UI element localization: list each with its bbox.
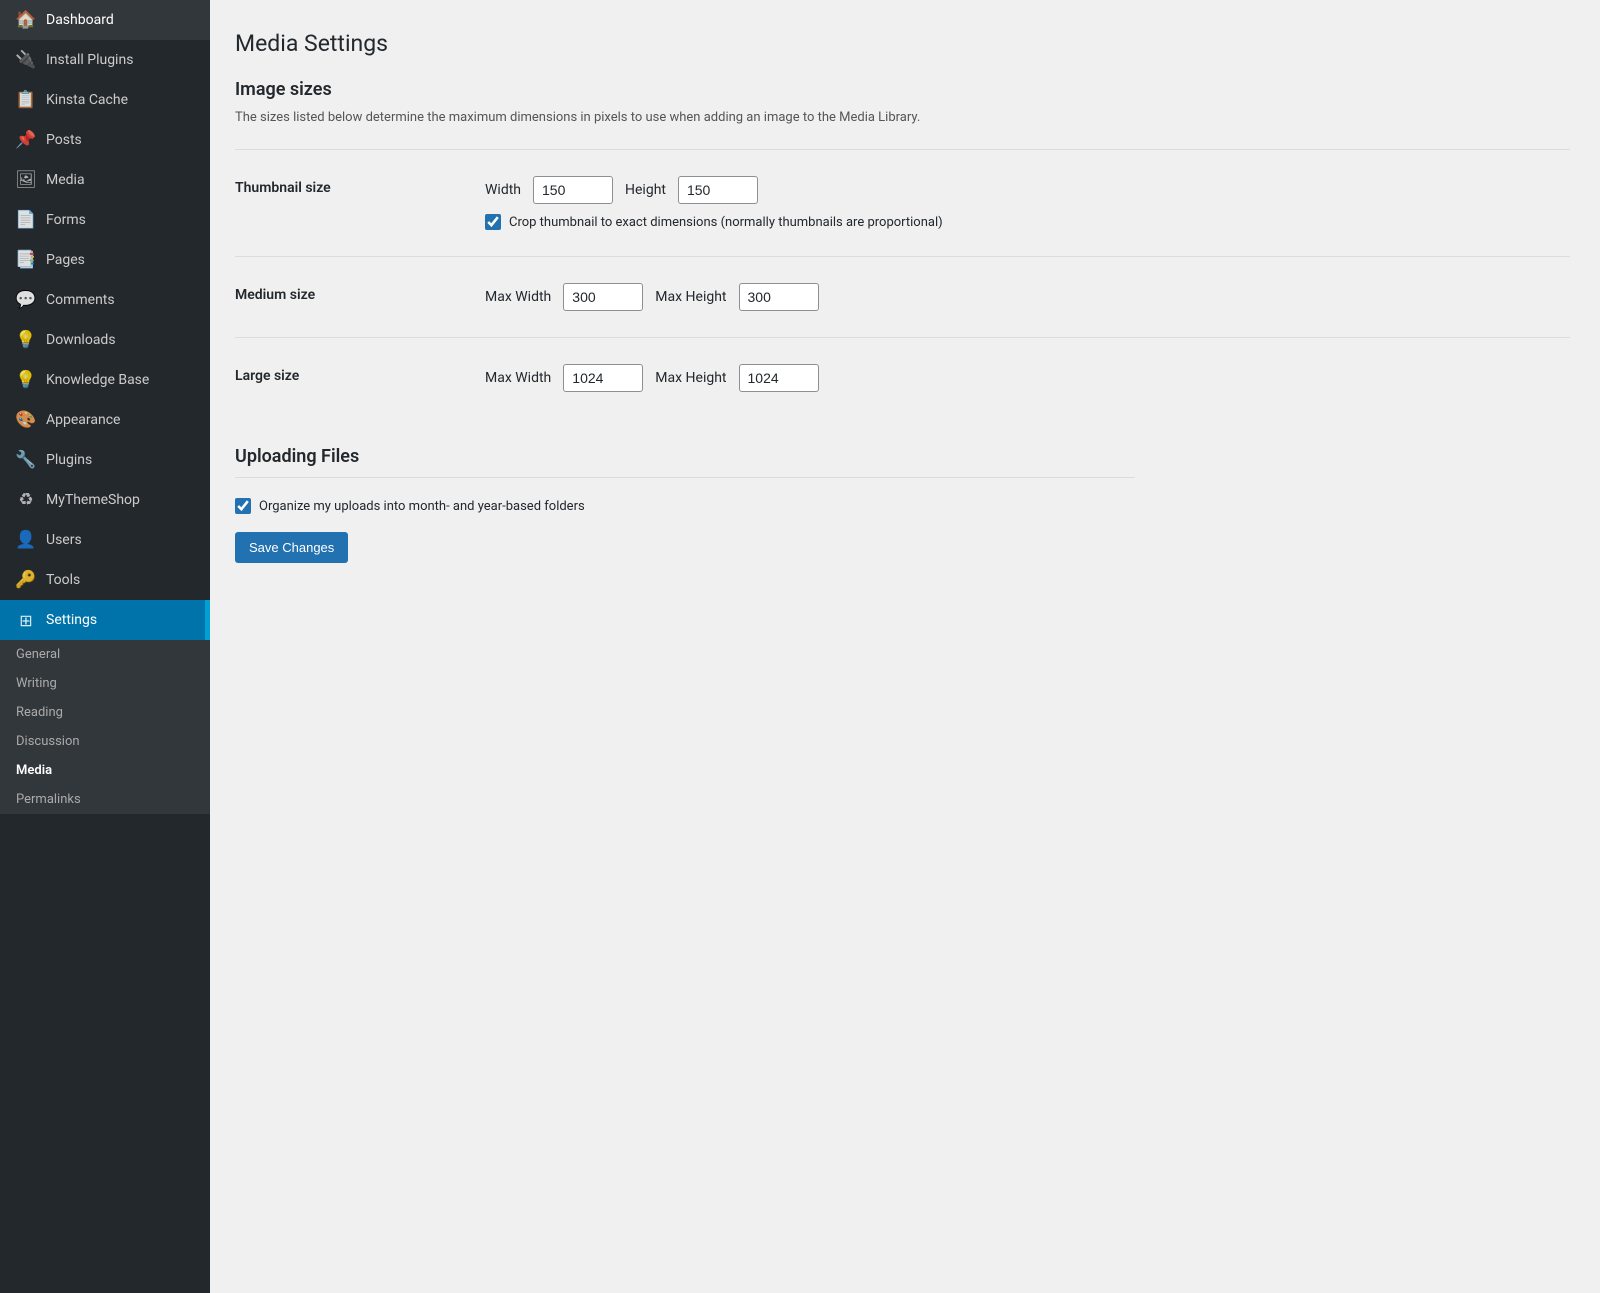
large-size-row: Large size Max Width Max Height [235,337,1570,418]
large-size-label: Large size [235,354,485,398]
sidebar-item-label: Pages [46,252,85,268]
sidebar-item-users[interactable]: 👤 Users [0,520,210,560]
submenu-reading[interactable]: Reading [0,698,210,727]
sidebar-item-label: Kinsta Cache [46,92,128,108]
forms-icon: 📄 [16,210,36,230]
medium-size-control: Max Width Max Height [485,273,1570,321]
large-height-input[interactable] [739,364,819,392]
submenu-general[interactable]: General [0,640,210,669]
sidebar-item-forms[interactable]: 📄 Forms [0,200,210,240]
medium-max-height-label: Max Height [655,289,726,305]
medium-height-input[interactable] [739,283,819,311]
thumbnail-crop-checkbox[interactable] [485,214,501,230]
sidebar-item-media[interactable]: 🖼 Media [0,160,210,200]
media-icon: 🖼 [16,170,36,190]
large-max-width-label: Max Width [485,370,551,386]
sidebar: 🏠 Dashboard 🔌 Install Plugins 📋 Kinsta C… [0,0,210,1293]
sidebar-item-label: Media [46,172,85,188]
thumbnail-dimensions-row: Width Height [485,176,1570,204]
organize-uploads-row: Organize my uploads into month- and year… [235,498,1135,514]
tools-icon: 🔑 [16,570,36,590]
save-changes-button[interactable]: Save Changes [235,532,348,563]
plugin-icon: 🔧 [16,450,36,470]
sidebar-item-plugins[interactable]: 🔧 Plugins [0,440,210,480]
sidebar-item-label: Install Plugins [46,52,133,68]
sidebar-item-label: Users [46,532,82,548]
sidebar-item-label: Settings [46,612,97,628]
large-dimensions-row: Max Width Max Height [485,364,1570,392]
medium-size-row: Medium size Max Width Max Height [235,256,1570,337]
thumbnail-size-row: Thumbnail size Width Height Crop thumbna… [235,149,1570,256]
main-content: Media Settings Image sizes The sizes lis… [210,0,1600,1293]
thumbnail-crop-label: Crop thumbnail to exact dimensions (norm… [509,215,943,230]
large-max-height-label: Max Height [655,370,726,386]
sidebar-item-label: Tools [46,572,80,588]
sidebar-item-label: Downloads [46,332,116,348]
sidebar-item-label: Forms [46,212,86,228]
sidebar-item-downloads[interactable]: 💡 Downloads [0,320,210,360]
posts-icon: 📌 [16,130,36,150]
dashboard-icon: 🏠 [16,10,36,30]
sidebar-item-tools[interactable]: 🔑 Tools [0,560,210,600]
thumbnail-size-control: Width Height Crop thumbnail to exact dim… [485,166,1570,240]
thumbnail-height-input[interactable] [678,176,758,204]
thumbnail-size-label: Thumbnail size [235,166,485,210]
sidebar-item-mythemeshop[interactable]: ♻ MyThemeShop [0,480,210,520]
thumbnail-width-input[interactable] [533,176,613,204]
sidebar-item-posts[interactable]: 📌 Posts [0,120,210,160]
knowledge-base-icon: 💡 [16,370,36,390]
sidebar-item-dashboard[interactable]: 🏠 Dashboard [0,0,210,40]
medium-dimensions-row: Max Width Max Height [485,283,1570,311]
uploading-divider [235,477,1135,478]
uploading-files-heading: Uploading Files [235,446,1135,467]
image-sizes-heading: Image sizes [235,79,1570,100]
sidebar-item-label: Posts [46,132,82,148]
large-size-control: Max Width Max Height [485,354,1570,402]
sidebar-item-appearance[interactable]: 🎨 Appearance [0,400,210,440]
medium-max-width-label: Max Width [485,289,551,305]
sidebar-item-comments[interactable]: 💬 Comments [0,280,210,320]
image-sizes-description: The sizes listed below determine the max… [235,110,1135,125]
sidebar-item-label: Dashboard [46,12,114,28]
medium-size-label: Medium size [235,273,485,317]
medium-width-input[interactable] [563,283,643,311]
comments-icon: 💬 [16,290,36,310]
sidebar-item-pages[interactable]: 📑 Pages [0,240,210,280]
page-title: Media Settings [235,30,1570,57]
settings-icon: ⊞ [16,610,36,630]
submenu-writing[interactable]: Writing [0,669,210,698]
uploading-section: Uploading Files Organize my uploads into… [235,446,1135,514]
submenu-discussion[interactable]: Discussion [0,727,210,756]
plugins-icon: 🔌 [16,50,36,70]
mythemeshop-icon: ♻ [16,490,36,510]
organize-uploads-checkbox[interactable] [235,498,251,514]
thumbnail-width-label: Width [485,182,521,198]
organize-uploads-label: Organize my uploads into month- and year… [259,499,585,514]
sidebar-item-install-plugins[interactable]: 🔌 Install Plugins [0,40,210,80]
sidebar-item-kinsta-cache[interactable]: 📋 Kinsta Cache [0,80,210,120]
thumbnail-crop-row: Crop thumbnail to exact dimensions (norm… [485,214,1570,230]
sidebar-item-knowledge-base[interactable]: 💡 Knowledge Base [0,360,210,400]
sidebar-item-label: Comments [46,292,115,308]
sidebar-item-label: Knowledge Base [46,372,149,388]
thumbnail-height-label: Height [625,182,666,198]
pages-icon: 📑 [16,250,36,270]
kinsta-icon: 📋 [16,90,36,110]
submenu-media[interactable]: Media [0,756,210,785]
sidebar-item-label: MyThemeShop [46,492,140,508]
sidebar-item-label: Appearance [46,412,120,428]
sidebar-item-label: Plugins [46,452,92,468]
users-icon: 👤 [16,530,36,550]
sidebar-item-settings[interactable]: ⊞ Settings [0,600,210,640]
downloads-icon: 💡 [16,330,36,350]
submenu-permalinks[interactable]: Permalinks [0,785,210,814]
appearance-icon: 🎨 [16,410,36,430]
large-width-input[interactable] [563,364,643,392]
